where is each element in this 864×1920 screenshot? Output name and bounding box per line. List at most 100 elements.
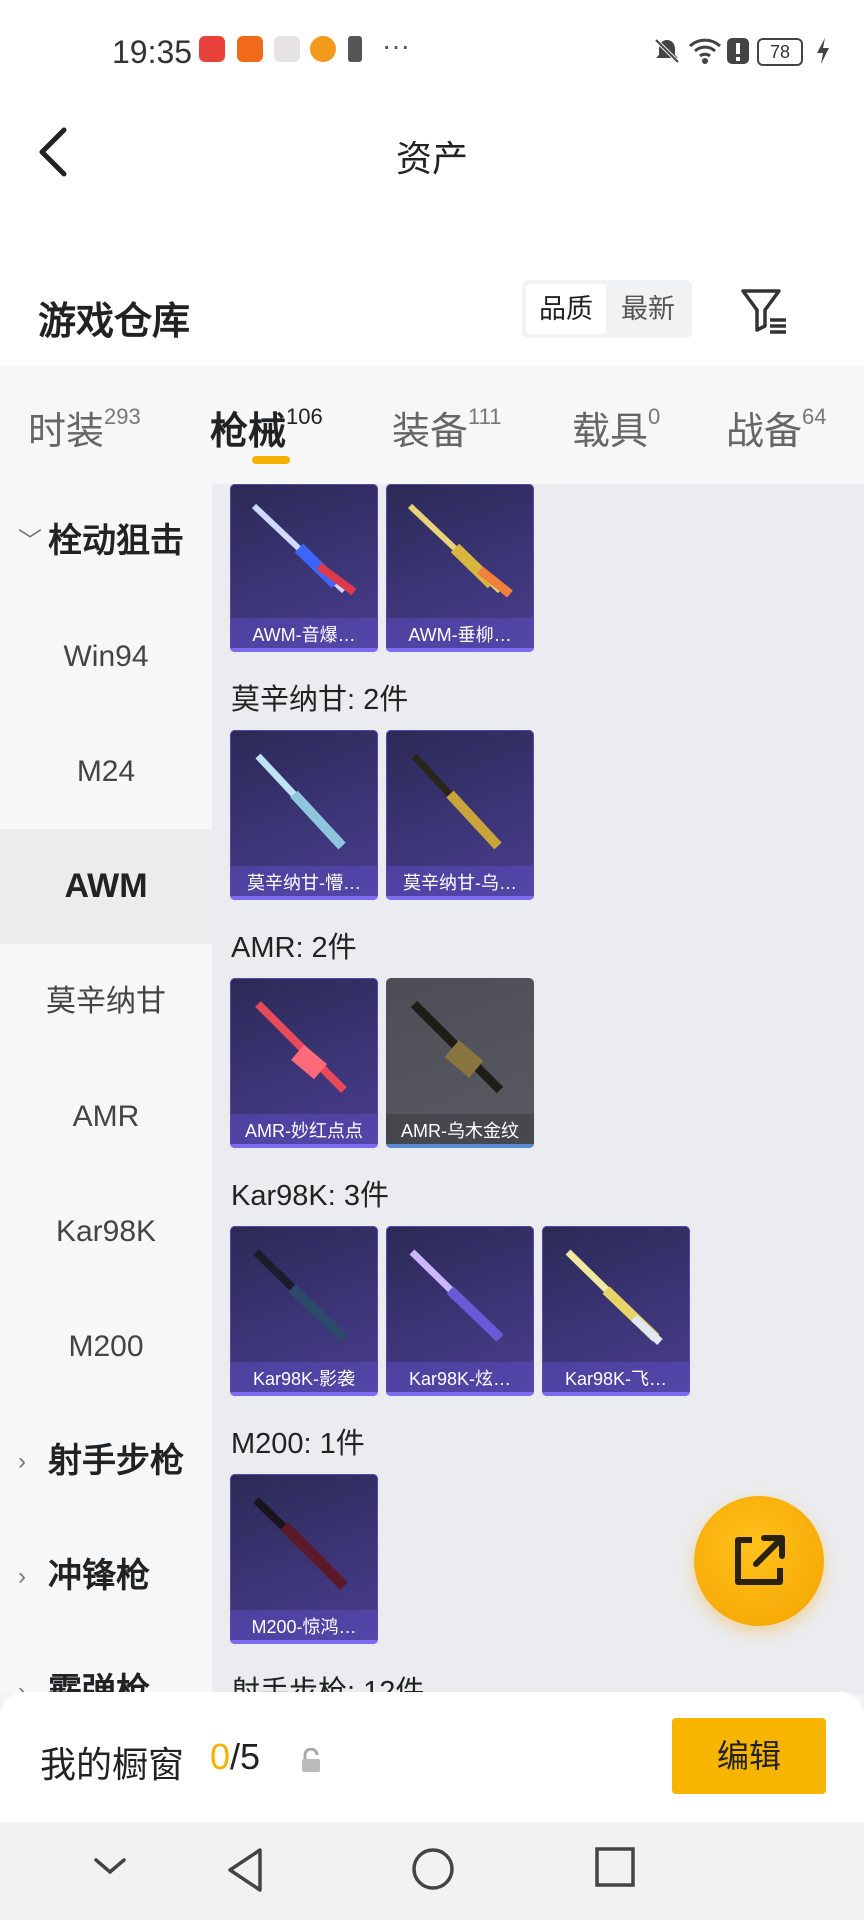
rifle-icon <box>255 753 346 850</box>
rarity-bar <box>230 896 378 900</box>
weapon-card[interactable]: 莫辛纳甘-乌… <box>386 730 534 900</box>
sidebar-item-mosin[interactable]: 莫辛纳甘 <box>0 944 212 1059</box>
sidebar-group-smg[interactable]: › 冲锋枪 <box>0 1519 212 1634</box>
rarity-bar <box>542 1392 690 1396</box>
weapon-card[interactable]: AWM-垂柳… <box>386 484 534 652</box>
chevron-right-icon: › <box>18 1678 26 1694</box>
rarity-bar <box>386 648 534 652</box>
tab-count: 111 <box>468 404 502 430</box>
gift-box-icon <box>274 36 300 62</box>
weapon-card[interactable]: AMR-妙红点点 <box>230 978 378 1148</box>
section-title: Kar98K: 3件 <box>231 1180 389 1212</box>
sidebar-group-label: 射手步枪 <box>48 1442 184 1480</box>
rarity-bar <box>386 1392 534 1396</box>
more-notifications-icon: ··· <box>382 30 410 61</box>
rarity-bar <box>230 1144 378 1148</box>
tab-fashion[interactable]: 时装293 <box>28 400 141 455</box>
status-bar: 19:35 ··· 78 <box>0 0 864 100</box>
nav-recents-icon[interactable] <box>594 1846 636 1888</box>
sidebar-group-label: 栓动狙击 <box>48 522 184 560</box>
section-title: AMR: 2件 <box>231 932 357 964</box>
showcase-count: 0/5 <box>210 1736 261 1777</box>
collapse-icon[interactable] <box>90 1846 130 1886</box>
tab-supplies[interactable]: 战备64 <box>726 400 827 455</box>
rifle-icon <box>253 1249 348 1342</box>
weapon-card[interactable]: Kar98K-炫… <box>386 1226 534 1396</box>
share-icon <box>735 1535 785 1585</box>
chevron-right-icon: › <box>18 1563 26 1590</box>
nav-back-icon[interactable] <box>224 1846 268 1894</box>
weapon-name: AWM-垂柳… <box>386 618 534 652</box>
sidebar-item-m200[interactable]: M200 <box>0 1289 212 1404</box>
tab-count: 293 <box>104 404 141 430</box>
weapon-name: AMR-妙红点点 <box>230 1114 378 1148</box>
weapon-name: Kar98K-飞… <box>542 1362 690 1396</box>
sidebar-item-win94[interactable]: Win94 <box>0 599 212 714</box>
weapon-card[interactable]: AWM-音爆… <box>230 484 378 652</box>
sidebar-group-bolt-sniper[interactable]: ﹀ 栓动狙击 <box>0 484 212 599</box>
rifle-icon <box>251 503 357 596</box>
nav-home-icon[interactable] <box>410 1846 456 1892</box>
weapon-card[interactable]: 莫辛纳甘-懵… <box>230 730 378 900</box>
lock-icon <box>302 1748 320 1772</box>
warehouse-title: 游戏仓库 <box>38 301 191 343</box>
chevron-down-icon: ﹀ <box>18 528 42 555</box>
clock: 19:35 <box>112 34 193 70</box>
sidebar-item-awm[interactable]: AWM <box>0 829 212 944</box>
active-tab-indicator <box>252 456 290 464</box>
rarity-bar <box>386 1144 534 1148</box>
rifle-icon <box>410 1000 504 1094</box>
rifle-icon <box>253 1497 348 1590</box>
showcase-label: 我的橱窗 <box>40 1744 185 1785</box>
rifle-icon <box>255 1001 347 1093</box>
filter-icon[interactable] <box>740 286 790 336</box>
weapon-name: 莫辛纳甘-懵… <box>230 866 378 900</box>
weapon-card[interactable]: Kar98K-影袭 <box>230 1226 378 1396</box>
cup-icon <box>348 36 362 62</box>
weapon-name: AWM-音爆… <box>230 618 378 652</box>
rarity-bar <box>230 1640 378 1644</box>
huawei-store-icon <box>199 36 225 62</box>
tab-count: 0 <box>648 404 661 430</box>
sidebar-item-amr[interactable]: AMR <box>0 1059 212 1174</box>
weapon-type-sidebar: ﹀ 栓动狙击 Win94 M24 AWM 莫辛纳甘 AMR Kar98K M20… <box>0 484 212 1694</box>
alert-icon <box>727 38 749 64</box>
mute-icon <box>654 38 680 64</box>
weapon-card[interactable]: AMR-乌木金纹 <box>386 978 534 1148</box>
sort-by-quality-button[interactable]: 品质 <box>526 284 606 334</box>
weapon-name: Kar98K-影袭 <box>230 1362 378 1396</box>
weapon-name: AMR-乌木金纹 <box>386 1114 534 1148</box>
tab-equipment[interactable]: 装备111 <box>392 400 501 455</box>
share-button[interactable] <box>694 1496 824 1626</box>
weapon-card[interactable]: Kar98K-飞… <box>542 1226 690 1396</box>
rifle-icon <box>411 753 502 850</box>
tab-vehicles[interactable]: 载具0 <box>572 400 660 455</box>
section-title: 莫辛纳甘: 2件 <box>231 684 409 716</box>
tab-firearms[interactable]: 枪械106 <box>210 400 323 455</box>
battery-indicator: 78 <box>757 38 803 66</box>
sidebar-group-shotgun[interactable]: › 霰弹枪 <box>0 1634 212 1694</box>
weapon-name: Kar98K-炫… <box>386 1362 534 1396</box>
rarity-bar <box>386 896 534 900</box>
rifle-icon <box>409 1249 504 1342</box>
sidebar-item-m24[interactable]: M24 <box>0 714 212 829</box>
weapon-name: M200-惊鸿… <box>230 1610 378 1644</box>
edit-button[interactable]: 编辑 <box>672 1718 826 1794</box>
weapon-name: 莫辛纳甘-乌… <box>386 866 534 900</box>
tab-count: 64 <box>802 404 827 430</box>
rarity-bar <box>230 1392 378 1396</box>
sidebar-item-kar98k[interactable]: Kar98K <box>0 1174 212 1289</box>
sort-by-newest-button[interactable]: 最新 <box>608 284 688 334</box>
weapon-card[interactable]: M200-惊鸿… <box>230 1474 378 1644</box>
sort-toggle: 品质 最新 <box>522 280 692 338</box>
rifle-icon <box>565 1249 663 1345</box>
wifi-icon <box>688 38 722 64</box>
section-title: M200: 1件 <box>231 1428 365 1460</box>
chevron-right-icon: › <box>18 1448 26 1475</box>
sidebar-group-marksman-rifle[interactable]: › 射手步枪 <box>0 1404 212 1519</box>
sidebar-group-label: 霰弹枪 <box>48 1672 150 1694</box>
page-title: 资产 <box>395 138 468 179</box>
sidebar-group-label: 冲锋枪 <box>48 1557 150 1595</box>
rarity-bar <box>230 648 378 652</box>
orange-app-icon <box>237 36 263 62</box>
